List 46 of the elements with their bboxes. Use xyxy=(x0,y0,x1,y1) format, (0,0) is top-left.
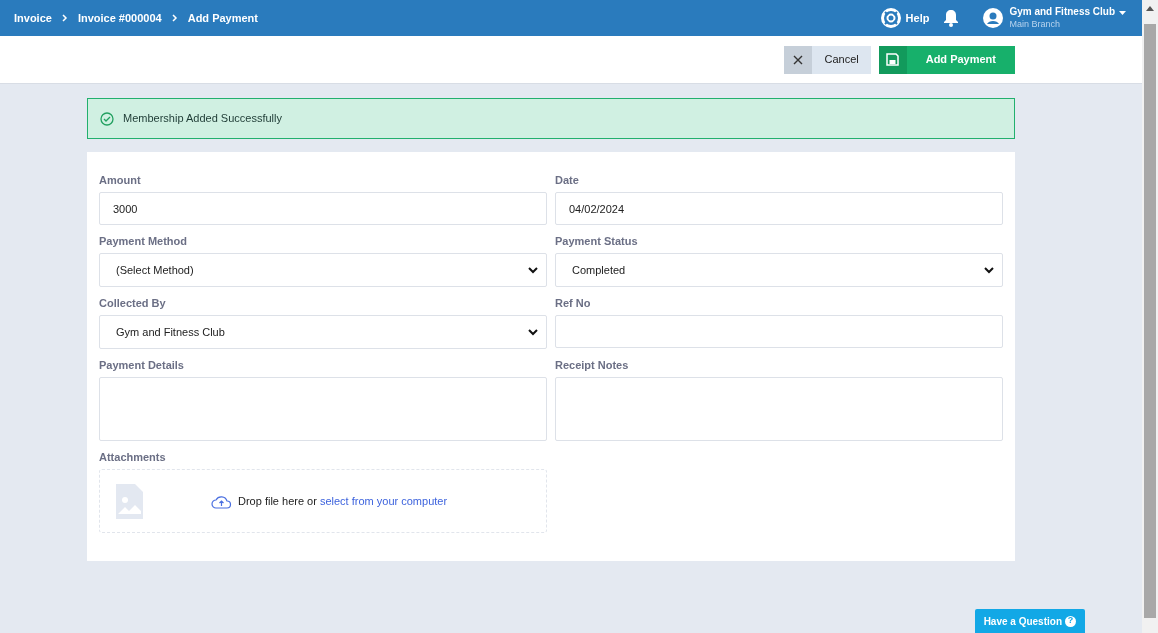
user-menu[interactable]: Gym and Fitness Club Main Branch xyxy=(983,6,1126,30)
help-button[interactable]: Help xyxy=(880,8,930,28)
close-icon xyxy=(793,54,804,65)
field-label: Amount xyxy=(99,173,142,188)
branch-name: Main Branch xyxy=(1009,18,1061,30)
chevron-right-icon xyxy=(171,14,178,22)
breadcrumb-link[interactable]: Invoice #000004 xyxy=(77,9,162,27)
input-field[interactable]: 04/02/2024 xyxy=(555,192,1003,225)
alert-message: Membership Added Successfully xyxy=(123,111,282,127)
lifebuoy-icon xyxy=(880,8,901,28)
textarea-field[interactable] xyxy=(99,377,547,441)
breadcrumb-link[interactable]: Add Payment xyxy=(187,9,258,27)
cancel-button[interactable]: Cancel xyxy=(784,45,871,74)
save-icon xyxy=(886,53,900,66)
select-file-link[interactable]: select from your computer xyxy=(319,494,448,507)
field-label: Payment Status xyxy=(555,234,639,249)
caret-icon xyxy=(1119,11,1126,15)
select-dropdown[interactable]: Gym and Fitness Club xyxy=(99,315,547,349)
field-label: Receipt Notes xyxy=(555,358,630,373)
select-dropdown[interactable]: (Select Method) xyxy=(99,253,547,287)
chevron-down-icon xyxy=(984,266,994,274)
field-label: Ref No xyxy=(555,296,592,311)
select-dropdown[interactable]: Completed xyxy=(555,253,1003,287)
chevron-down-icon xyxy=(528,266,538,274)
breadcrumb-link[interactable]: Invoice xyxy=(14,9,52,27)
user-name: Gym and Fitness Club xyxy=(1009,6,1115,18)
field-label: Attachments xyxy=(99,450,167,465)
field-label: Payment Method xyxy=(99,234,188,249)
field-label: Payment Details xyxy=(99,358,185,373)
input-field[interactable]: 3000 xyxy=(99,192,547,225)
chevron-down-icon xyxy=(528,328,538,336)
input-field[interactable] xyxy=(555,315,1003,348)
scrollbar-thumb[interactable] xyxy=(1144,24,1156,618)
field-label: Collected By xyxy=(99,296,167,311)
drop-instructions: Drop file here or select from your computer xyxy=(238,493,448,509)
textarea-field[interactable] xyxy=(555,377,1003,441)
file-drop-zone[interactable]: Drop file here or select from your computer xyxy=(99,469,547,533)
add-payment-button[interactable]: Add Payment xyxy=(878,45,1015,74)
cloud-upload-icon xyxy=(211,493,232,509)
user-avatar-icon xyxy=(983,8,1004,28)
field-label: Date xyxy=(555,173,580,188)
check-circle-icon xyxy=(100,111,114,126)
scroll-up-arrow-icon[interactable] xyxy=(1146,6,1154,11)
image-file-icon xyxy=(116,483,143,519)
chevron-right-icon xyxy=(61,14,68,22)
notification-bell-icon[interactable] xyxy=(943,9,960,27)
